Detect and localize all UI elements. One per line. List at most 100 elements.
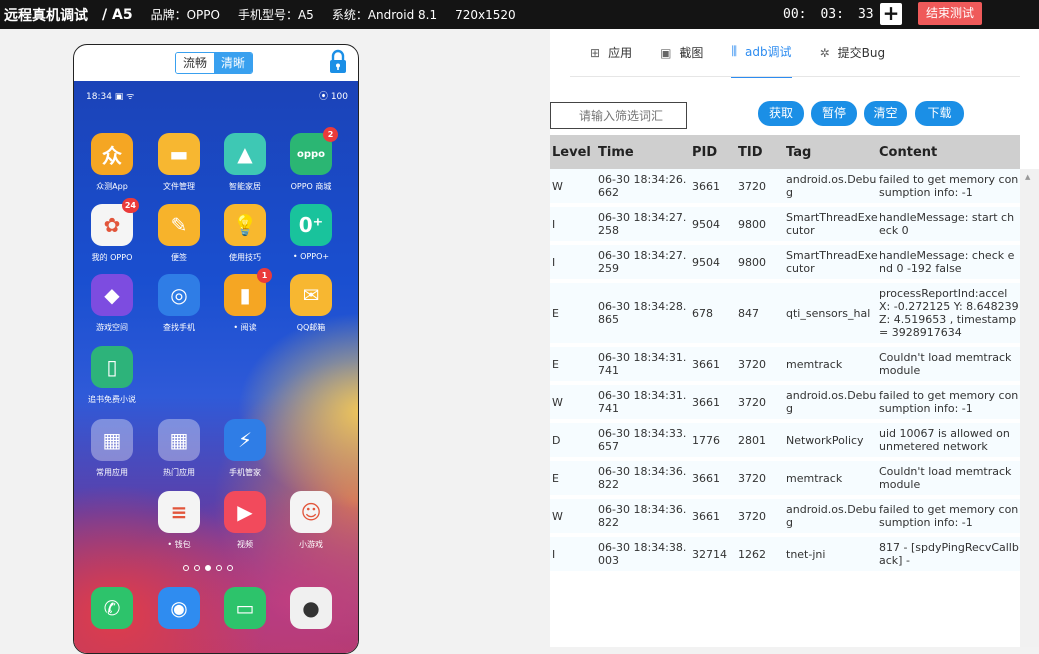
log-scrollbar[interactable]: ▲: [1020, 169, 1039, 647]
app-icon: ✉: [290, 274, 332, 316]
tools-panel: ⊞ 应用 ▣ 截图 ⫼ adb调试 ✲ 提交Bug 获取 暂停 清空 下载 Level Tim…: [550, 29, 1039, 647]
app-icon-item[interactable]: ▯ 追书免费小说: [82, 346, 142, 405]
app-icon-item[interactable]: ✎ 便签: [149, 204, 209, 263]
cell-tag: android.os.Debug: [786, 389, 877, 415]
app-icon: ◎: [158, 274, 200, 316]
cell-content: handleMessage: check end 0 -192 false: [879, 249, 1015, 275]
cell-tag: android.os.Debug: [786, 173, 877, 199]
col-time: Time: [598, 144, 634, 160]
dock-app-camera[interactable]: ●: [281, 587, 341, 629]
cell-pid: 1776: [692, 433, 720, 447]
resolution-text: 720x1520: [455, 7, 516, 22]
download-button[interactable]: 下载: [915, 101, 964, 126]
app-icon-item[interactable]: 众众测App: [82, 133, 142, 192]
dock-app-messages[interactable]: ▭: [215, 587, 275, 629]
cell-time: 06-30 18:34:38.003: [598, 541, 687, 567]
page-dot: [183, 565, 189, 571]
app-icon-item[interactable]: ▬ 文件管理: [149, 133, 209, 192]
app-label: QQ邮箱: [296, 323, 326, 332]
cell-content: uid 10067 is allowed on unmetered networ…: [879, 427, 1010, 453]
cell-tag: android.os.Debug: [786, 503, 877, 529]
fetch-button[interactable]: 获取: [758, 101, 804, 126]
app-icon: ▮ 1: [224, 268, 272, 316]
cell-content: failed to get memory consumption info: -…: [879, 173, 1019, 199]
table-row: E 06-30 18:34:28.865 678 847 qti_sensors_hal…: [550, 283, 1020, 347]
cell-tid: 847: [738, 306, 759, 320]
cell-content: 817 - [spdyPingRecvCallback] -: [879, 541, 1019, 567]
cell-level: I: [552, 217, 556, 231]
app-icon-item[interactable]: ▲ 智能家居: [215, 133, 275, 192]
cell-level: I: [552, 547, 556, 561]
app-icon-item[interactable]: ▦ 热门应用: [149, 419, 209, 478]
app-icon: ▲: [224, 133, 266, 175]
app-icon-item[interactable]: ☺ 小游戏: [281, 491, 341, 550]
tab-label: 应用: [608, 46, 633, 60]
app-icon-item[interactable]: ✿ 24 我的 OPPO: [82, 198, 142, 263]
tab-label: adb调试: [744, 45, 792, 59]
system-text: 系统：Android 8.1: [331, 8, 438, 22]
cell-tid: 3720: [738, 509, 766, 523]
extend-time-button[interactable]: +: [880, 3, 902, 25]
cell-time: 06-30 18:34:27.258: [598, 211, 687, 237]
cell-pid: 678: [692, 306, 713, 320]
device-model-title: / A5: [102, 6, 133, 23]
page-dot: [216, 565, 222, 571]
log-rows: W 06-30 18:34:26.662 3661 3720 android.os.De…: [550, 169, 1020, 575]
notification-badge: 24: [121, 198, 139, 213]
table-row: I 06-30 18:34:27.259 9504 9800 SmartThreadEx…: [550, 245, 1020, 283]
table-row: E 06-30 18:34:36.822 3661 3720 memtrack Could…: [550, 461, 1020, 499]
quality-smooth-option[interactable]: 流畅: [176, 53, 214, 73]
app-icon-item[interactable]: ✉ QQ邮箱: [281, 274, 341, 333]
quality-toggle: 流畅 清晰: [175, 52, 253, 74]
app-icon-item[interactable]: ⚡ 手机管家: [215, 419, 275, 478]
log-filter-input[interactable]: [550, 102, 687, 129]
pause-button[interactable]: 暂停: [811, 101, 857, 126]
app-icon-item[interactable]: oppo 2 OPPO 商城: [281, 127, 341, 192]
app-icon-item[interactable]: ≡ • 钱包: [149, 491, 209, 550]
cell-tag: tnet-jni: [786, 547, 826, 561]
quality-clear-option[interactable]: 清晰: [214, 53, 252, 73]
tab-screenshot[interactable]: ▣ 截图: [660, 43, 703, 78]
clear-button[interactable]: 清空: [864, 101, 907, 126]
cell-tid: 9800: [738, 255, 766, 269]
end-test-button[interactable]: 结束测试: [918, 2, 982, 25]
app-icon-item[interactable]: 0⁺ • OPPO+: [281, 204, 341, 261]
lock-icon[interactable]: [329, 49, 347, 75]
app-icon: ▦: [91, 419, 133, 461]
dock-app-browser[interactable]: ◉: [149, 587, 209, 629]
app-icon: 众: [91, 133, 133, 175]
app-icon-item[interactable]: ◎ 查找手机: [149, 274, 209, 333]
cell-pid: 32714: [692, 547, 727, 561]
app-icon: 💡: [224, 204, 266, 246]
app-icon: ◆: [91, 274, 133, 316]
cell-content: Couldn't load memtrack module: [879, 351, 1012, 377]
tab-submit-bug[interactable]: ✲ 提交Bug: [820, 43, 886, 78]
scroll-up-icon[interactable]: ▲: [1025, 173, 1030, 181]
cell-level: W: [552, 179, 563, 193]
dock-app-phone[interactable]: ✆: [82, 587, 142, 629]
cell-time: 06-30 18:34:27.259: [598, 249, 687, 275]
cell-pid: 3661: [692, 395, 720, 409]
table-row: E 06-30 18:34:31.741 3661 3720 memtrack Could…: [550, 347, 1020, 385]
app-icon: ✿ 24: [91, 198, 139, 246]
cell-pid: 9504: [692, 217, 720, 231]
app-icon-item[interactable]: ◆ 游戏空间: [82, 274, 142, 333]
app-icon: ▦: [158, 419, 200, 461]
page-dot: [194, 565, 200, 571]
page-title: 远程真机调试: [4, 7, 88, 24]
app-label: 我的 OPPO: [91, 253, 133, 262]
cell-level: W: [552, 395, 563, 409]
app-icon-item[interactable]: ▮ 1 • 阅读: [215, 268, 275, 333]
table-row: I 06-30 18:34:27.258 9504 9800 SmartThreadEx…: [550, 207, 1020, 245]
tab-apps[interactable]: ⊞ 应用: [590, 43, 632, 78]
app-label: 便签: [171, 253, 187, 262]
app-icon-item[interactable]: ▶ 视频: [215, 491, 275, 550]
device-screen[interactable]: 18:34 ▣ ᯤ ⦿ 100 众众测App ▬ 文件管理 ▲ 智能家居 oppo 2 OPP…: [74, 81, 358, 653]
tab-adb-debug[interactable]: ⫼ adb调试: [731, 43, 792, 78]
cell-level: E: [552, 471, 559, 485]
app-icon-item[interactable]: ▦ 常用应用: [82, 419, 142, 478]
table-row: W 06-30 18:34:26.662 3661 3720 android.os.De…: [550, 169, 1020, 207]
app-icon-item[interactable]: 💡 使用技巧: [215, 204, 275, 263]
device-status-time: 18:34 ▣ ᯤ: [86, 92, 135, 102]
cell-tid: 3720: [738, 471, 766, 485]
